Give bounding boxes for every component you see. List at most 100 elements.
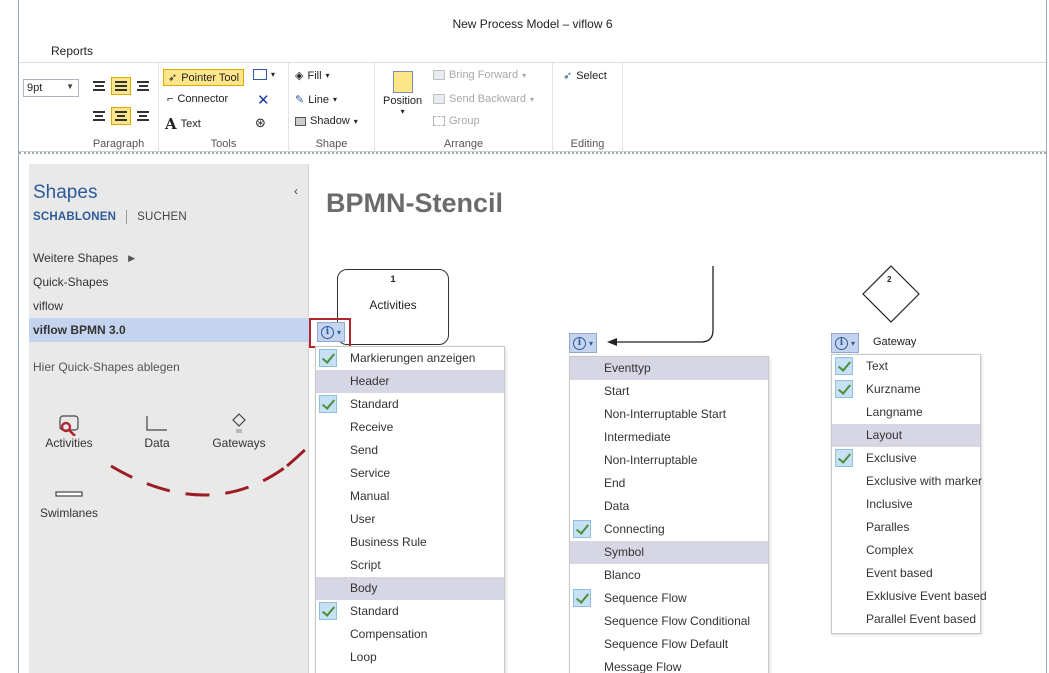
editing-group-label: Editing — [570, 138, 605, 150]
menu-option[interactable]: Send — [316, 439, 504, 462]
align-left-button[interactable] — [89, 107, 109, 125]
align-right-button[interactable] — [133, 107, 153, 125]
font-size-value: 9pt — [27, 82, 43, 94]
chevron-down-icon: ▾ — [400, 107, 405, 116]
menu-option[interactable]: Message Flow — [570, 656, 768, 673]
chevron-down-icon: ▾ — [333, 95, 338, 104]
menu-option-label: Non-Interruptable — [604, 453, 698, 467]
gateway-number: 2 — [887, 275, 892, 284]
menu-option[interactable]: Compensation — [316, 623, 504, 646]
ribbon-group-editing: ➶ Select Editing — [553, 63, 623, 153]
shadow-icon — [295, 116, 306, 126]
menu-option-label: Exclusive — [866, 451, 917, 465]
menu-option-label: Script — [350, 558, 381, 572]
select-button[interactable]: ➶ Select — [563, 69, 607, 83]
menu-option[interactable]: Parallel Event based — [832, 608, 980, 631]
chevron-down-icon: ▾ — [530, 94, 535, 104]
menu-option[interactable]: Exklusive Event based — [832, 585, 987, 608]
menu-option-label: Header — [350, 374, 390, 388]
menu-option[interactable]: Loop — [316, 646, 504, 669]
align-left-top-button[interactable] — [89, 77, 109, 95]
menu-option[interactable]: Exclusive — [832, 447, 980, 470]
menu-option-label: Kurzname — [866, 382, 921, 396]
menu-option[interactable]: Text — [832, 355, 980, 378]
connection-point-tool-button[interactable]: ⊛ — [255, 115, 266, 131]
menu-option-label: Body — [350, 581, 378, 595]
menu-option[interactable]: Langname — [832, 401, 980, 424]
pointer-tool-button[interactable]: ➶ Pointer Tool — [163, 69, 245, 86]
menu-option[interactable]: Non-Interruptable Start — [570, 403, 768, 426]
menu-option-label: User — [350, 512, 376, 526]
menu-option[interactable]: Event based — [832, 562, 980, 585]
bring-forward-icon — [433, 70, 445, 80]
bring-forward-button[interactable]: Bring Forward ▾ — [433, 69, 526, 81]
menu-option-label: Event based — [866, 566, 933, 580]
menu-option-label: Eventtyp — [604, 361, 651, 375]
menu-option[interactable]: Connecting — [570, 518, 768, 541]
menu-option[interactable]: Kurzname — [832, 378, 980, 401]
title-bar: New Process Model – viflow 6 — [19, 0, 1046, 40]
group-button[interactable]: Group — [433, 115, 480, 127]
menu-option-label: Langname — [866, 405, 923, 419]
align-center-top-button[interactable] — [111, 77, 131, 95]
menu-option[interactable]: Sequence Flow — [570, 587, 768, 610]
menu-option[interactable]: User — [316, 508, 504, 531]
menu-option[interactable]: Start — [570, 380, 768, 403]
menu-option[interactable]: Sequence Flow Conditional — [570, 610, 768, 633]
ribbon-group-shape: ◈ Fill ▾ ✎ Line ▾ Shadow ▾ Shape — [289, 63, 375, 153]
menu-option[interactable]: Markierungen anzeigen — [316, 347, 504, 370]
drawing-canvas[interactable]: Shapes ‹ SCHABLONEN SUCHEN Weitere Shape… — [19, 152, 1046, 673]
position-button[interactable]: Position ▾ — [383, 71, 422, 116]
menu-option[interactable]: Non-Interruptable — [570, 449, 768, 472]
menu-option[interactable]: Sequence Flow Default — [570, 633, 768, 656]
menu-option[interactable]: Script — [316, 554, 504, 577]
fill-label: Fill — [307, 69, 322, 82]
line-button[interactable]: ✎ Line ▾ — [295, 93, 338, 107]
send-backward-label: Send Backward — [449, 93, 527, 105]
select-label: Select — [576, 69, 607, 82]
menu-option-label: Receive — [350, 420, 394, 434]
align-center-button[interactable] — [111, 107, 131, 125]
menu-option[interactable]: Intermediate — [570, 426, 768, 449]
group-label: Group — [449, 115, 480, 127]
checkmark-icon — [319, 602, 337, 620]
menu-option-label: Symbol — [604, 545, 645, 559]
menu-option[interactable]: Business Rule — [316, 531, 504, 554]
info-icon: i — [573, 336, 586, 350]
menu-option-label: End — [604, 476, 626, 490]
menu-option[interactable]: Receive — [316, 416, 504, 439]
menu-option[interactable]: Standard — [316, 600, 504, 623]
menu-option[interactable]: Complex — [832, 539, 980, 562]
menu-option[interactable]: Inclusive — [832, 493, 980, 516]
rectangle-icon — [253, 69, 267, 80]
menu-option[interactable]: Service — [316, 462, 504, 485]
menu-reports[interactable]: Reports — [51, 44, 93, 58]
menu-option[interactable]: Standard — [316, 393, 504, 416]
menu-option[interactable]: Paralles — [832, 516, 980, 539]
rectangle-tool-button[interactable]: ▾ — [253, 69, 275, 80]
menu-option[interactable]: Exclusive with marker — [832, 470, 982, 493]
align-right-top-button[interactable] — [133, 77, 153, 95]
menu-option-label: Compensation — [350, 627, 428, 641]
fill-button[interactable]: ◈ Fill ▾ — [295, 69, 330, 83]
shadow-button[interactable]: Shadow ▾ — [295, 115, 358, 127]
menu-option-label: Blanco — [604, 568, 641, 582]
menu-option-label: Business Rule — [350, 535, 427, 549]
tools-group-label: Tools — [210, 138, 237, 150]
text-tool-button[interactable]: A Text — [165, 115, 201, 133]
menu-option[interactable]: Manual — [316, 485, 504, 508]
events-options-menu: Eventtyp Start Non-Interruptable Start Inte… — [569, 356, 769, 673]
checkmark-icon — [319, 395, 337, 413]
menu-option[interactable]: End — [570, 472, 768, 495]
activity-shape[interactable]: 1 Activities — [337, 269, 449, 345]
send-backward-button[interactable]: Send Backward ▾ — [433, 93, 534, 105]
connector-tool-button[interactable]: ⌐ Connector — [167, 93, 228, 105]
menu-option[interactable]: Data — [570, 495, 768, 518]
events-info-trigger[interactable]: i ▾ — [569, 333, 598, 353]
close-tool-button[interactable]: ✕ — [257, 91, 270, 109]
font-size-select[interactable]: 9pt ▼ — [23, 79, 79, 97]
menu-option-label: Parallel Event based — [866, 612, 977, 626]
menu-option[interactable]: Blanco — [570, 564, 768, 587]
menu-option-label: Standard — [350, 604, 399, 618]
gateway-info-trigger[interactable]: i ▾ — [831, 333, 860, 353]
